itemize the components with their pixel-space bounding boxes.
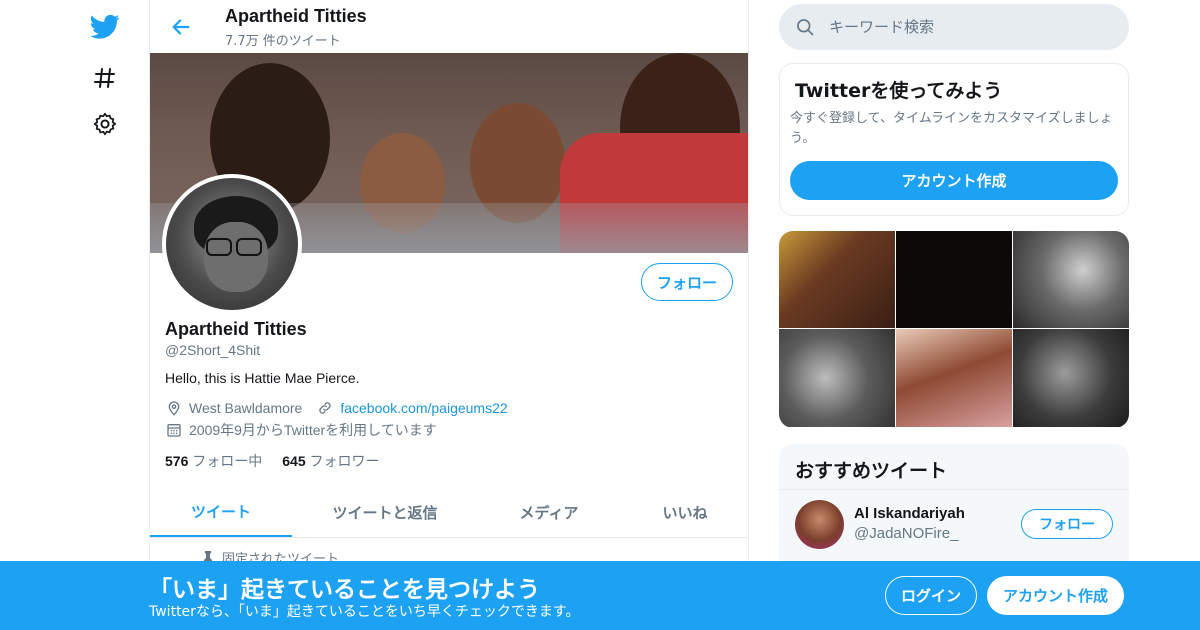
following-stat[interactable]: 576 フォロー中 bbox=[165, 451, 262, 471]
avatar-glasses-left bbox=[206, 238, 232, 256]
gear-icon[interactable] bbox=[90, 109, 120, 139]
profile-header: Apartheid Titties 7.7万 件のツイート bbox=[150, 0, 748, 53]
twitter-profile-page: Apartheid Titties 7.7万 件のツイート フォロー Apart… bbox=[0, 0, 1200, 630]
recommended-user-avatar[interactable] bbox=[795, 500, 844, 549]
hashtag-icon[interactable] bbox=[90, 63, 120, 93]
calendar-icon bbox=[165, 421, 183, 439]
bottom-bar-subtitle: Twitterなら、「いま」起きていることをいち早くチェックできます。 bbox=[149, 604, 580, 620]
media-thumbnail[interactable] bbox=[896, 329, 1012, 427]
profile-tabs: ツイート ツイートと返信 メディア いいね bbox=[150, 487, 748, 538]
tab-media[interactable]: メディア bbox=[478, 487, 620, 537]
tab-tweets-and-replies[interactable]: ツイートと返信 bbox=[292, 487, 478, 537]
recommended-user-handle: @JadaNOFire_ bbox=[854, 525, 959, 542]
media-thumbnail[interactable] bbox=[779, 231, 895, 328]
profile-bio: Hello, this is Hattie Mae Pierce. bbox=[165, 370, 360, 386]
profile-joined: 2009年9月からTwitterを利用しています bbox=[189, 422, 437, 438]
media-thumbnail[interactable] bbox=[1013, 329, 1129, 427]
follow-button[interactable]: フォロー bbox=[641, 263, 733, 301]
profile-name: Apartheid Titties bbox=[165, 319, 307, 339]
following-count: 576 bbox=[165, 453, 189, 469]
profile-meta-row: West Bawldamore facebook.com/paigeums22 bbox=[165, 399, 508, 417]
main-column: Apartheid Titties 7.7万 件のツイート フォロー Apart… bbox=[149, 0, 749, 630]
login-button[interactable]: ログイン bbox=[885, 576, 977, 615]
avatar[interactable] bbox=[162, 174, 302, 314]
back-arrow-icon[interactable] bbox=[166, 12, 196, 42]
header-name: Apartheid Titties bbox=[225, 6, 367, 26]
media-thumbnail[interactable] bbox=[896, 231, 1012, 328]
followers-label: フォロワー bbox=[309, 453, 380, 469]
profile-stats: 576 フォロー中 645 フォロワー bbox=[165, 451, 400, 471]
signup-card-title: Twitterを使ってみよう bbox=[795, 80, 1003, 102]
search-input[interactable] bbox=[829, 18, 1109, 36]
search-icon bbox=[795, 17, 815, 37]
create-account-button[interactable]: アカウント作成 bbox=[790, 161, 1118, 200]
recommended-follow-button[interactable]: フォロー bbox=[1021, 509, 1113, 539]
divider bbox=[779, 489, 1129, 490]
signup-bottom-bar: 「いま」起きていることを見つけよう Twitterなら、「いま」起きていることを… bbox=[0, 561, 1200, 630]
followers-count: 645 bbox=[282, 453, 306, 469]
bottom-create-account-button[interactable]: アカウント作成 bbox=[987, 576, 1124, 615]
media-thumbnail[interactable] bbox=[779, 329, 895, 427]
tab-tweets[interactable]: ツイート bbox=[150, 487, 292, 537]
tab-likes[interactable]: いいね bbox=[620, 487, 748, 537]
followers-stat[interactable]: 645 フォロワー bbox=[282, 451, 379, 471]
location-icon bbox=[165, 399, 183, 417]
recommended-user-name[interactable]: Al Iskandariyah bbox=[854, 505, 965, 522]
avatar-glasses-right bbox=[236, 238, 262, 256]
link-icon bbox=[316, 399, 334, 417]
profile-website-link[interactable]: facebook.com/paigeums22 bbox=[340, 400, 507, 416]
media-thumbnail[interactable] bbox=[1013, 231, 1129, 328]
twitter-logo-icon[interactable] bbox=[90, 12, 120, 42]
bottom-bar-title: 「いま」起きていることを見つけよう bbox=[149, 577, 540, 603]
recommended-title: おすすめツイート bbox=[795, 460, 948, 482]
header-tweet-count: 7.7万 件のツイート bbox=[225, 34, 341, 49]
left-nav bbox=[80, 0, 130, 630]
media-gallery bbox=[779, 231, 1129, 428]
profile-location: West Bawldamore bbox=[189, 400, 303, 416]
profile-joined-row: 2009年9月からTwitterを利用しています bbox=[165, 420, 437, 440]
signup-card: Twitterを使ってみよう 今すぐ登録して、タイムラインをカスタマイズしましょ… bbox=[779, 63, 1129, 216]
profile-handle: @2Short_4Shit bbox=[165, 342, 261, 358]
avatar-face bbox=[204, 222, 268, 292]
signup-card-subtitle: 今すぐ登録して、タイムラインをカスタマイズしましょう。 bbox=[790, 111, 1113, 146]
search-box[interactable] bbox=[779, 4, 1129, 50]
following-label: フォロー中 bbox=[192, 453, 263, 469]
